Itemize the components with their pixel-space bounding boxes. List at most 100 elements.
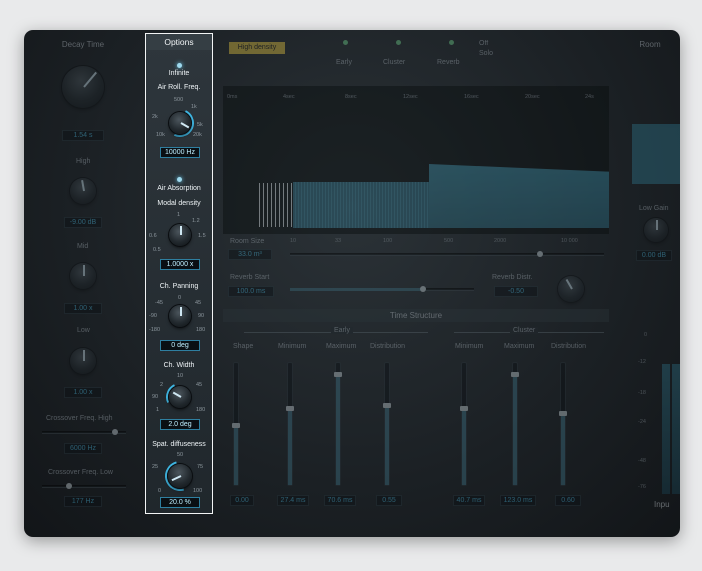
air-roll-value[interactable]: 10000 Hz (160, 147, 200, 158)
ch-panning-value[interactable]: 0 deg (160, 340, 200, 351)
ts-slider-fill (513, 375, 517, 485)
reverb-distr-knob[interactable] (558, 276, 584, 302)
reverb-label[interactable]: Reverb (437, 59, 460, 66)
ts-slider-track[interactable] (511, 362, 519, 486)
infinite-label[interactable]: Infinite (146, 70, 212, 77)
ts-slider-thumb[interactable] (559, 411, 567, 416)
ts-slider-track[interactable] (460, 362, 468, 486)
time-tick: 4sec (283, 94, 295, 100)
meter-tick: -76 (638, 484, 646, 490)
room-title: Room (639, 40, 661, 49)
ch-panning-label: Ch. Panning (159, 283, 199, 290)
modal-density-knob[interactable] (169, 224, 191, 246)
air-absorption-label[interactable]: Air Absorption (146, 185, 212, 192)
ts-value[interactable]: 123.0 ms (500, 495, 536, 506)
ts-slider-fill (336, 375, 340, 485)
ts-slider-thumb[interactable] (383, 403, 391, 408)
ts-slider-fill (462, 409, 466, 485)
mid-value[interactable]: 1.00 x (64, 303, 102, 314)
ts-value[interactable]: 0.00 (230, 495, 254, 506)
room-tick: 10 (290, 238, 297, 244)
early-group-title: Early (331, 327, 353, 334)
meter-tick: -12 (638, 359, 646, 365)
spat-tick: 100 (193, 488, 203, 494)
crossover-low-value[interactable]: 177 Hz (64, 496, 102, 507)
modal-tick: 0.6 (149, 233, 157, 239)
low-gain-value[interactable]: 0.00 dB (636, 250, 672, 261)
meter-tick: 0 (644, 332, 648, 338)
spat-diffuseness-value[interactable]: 20.0 % (160, 497, 200, 508)
air-absorption-led[interactable] (177, 177, 182, 182)
modal-tick: 0.5 (153, 247, 161, 253)
pan-tick: 90 (198, 313, 205, 319)
high-knob[interactable] (70, 178, 96, 204)
cluster-group-title: Cluster (510, 327, 539, 334)
cluster-led[interactable] (396, 40, 401, 45)
column-header: Distribution (370, 343, 406, 350)
crossover-high-value[interactable]: 6000 Hz (64, 443, 102, 454)
ts-value[interactable]: 0.60 (555, 495, 581, 506)
air-roll-tick: 1k (191, 104, 197, 110)
ts-value[interactable]: 70.6 ms (324, 495, 356, 506)
ts-slider-track[interactable] (383, 362, 391, 486)
column-header: Minimum (278, 343, 307, 350)
mid-knob[interactable] (70, 263, 96, 289)
ts-slider-track[interactable] (559, 362, 567, 486)
ts-slider-thumb[interactable] (334, 372, 342, 377)
modal-density-value[interactable]: 1.0000 x (160, 259, 200, 270)
reverb-start-fill (290, 288, 422, 291)
reverb-start-thumb[interactable] (420, 286, 426, 292)
reverb-start-value[interactable]: 100.0 ms (228, 286, 274, 297)
ts-slider-thumb[interactable] (460, 406, 468, 411)
high-value[interactable]: -9.00 dB (64, 217, 102, 228)
ch-width-knob[interactable] (169, 386, 191, 408)
crossover-low-slider[interactable] (42, 485, 126, 488)
time-tick: 8sec (345, 94, 357, 100)
decay-time-knob[interactable] (62, 66, 104, 108)
decay-time-value[interactable]: 1.54 s (62, 130, 104, 141)
air-roll-tick: 20k (193, 132, 202, 138)
early-led[interactable] (343, 40, 348, 45)
ts-value[interactable]: 0.55 (376, 495, 402, 506)
high-density-badge[interactable]: High density (229, 42, 285, 54)
ts-slider-fill (234, 426, 238, 485)
room-size-thumb[interactable] (537, 251, 543, 257)
ts-slider-thumb[interactable] (232, 423, 240, 428)
spat-tick: 75 (197, 464, 204, 470)
reverb-distr-value[interactable]: -0.50 (494, 286, 538, 297)
low-knob[interactable] (70, 348, 96, 374)
ts-slider-track[interactable] (232, 362, 240, 486)
room-size-value[interactable]: 33.0 m³ (228, 249, 272, 260)
cluster-label[interactable]: Cluster (383, 59, 405, 66)
ch-width-value[interactable]: 2.0 deg (160, 419, 200, 430)
ch-panning-knob[interactable] (169, 305, 191, 327)
reverb-led[interactable] (449, 40, 454, 45)
ts-slider-thumb[interactable] (511, 372, 519, 377)
ts-slider-track[interactable] (334, 362, 342, 486)
low-gain-label: Low Gain (639, 205, 669, 212)
spat-diffuseness-knob[interactable] (168, 464, 192, 488)
solo-label[interactable]: Solo (479, 50, 493, 57)
crossover-low-thumb[interactable] (66, 483, 72, 489)
air-roll-tick: 10k (156, 132, 165, 138)
width-tick: 180 (196, 407, 206, 413)
pan-tick: 45 (195, 300, 202, 306)
decay-time-title: Decay Time (61, 40, 105, 49)
input-meter-right (672, 364, 680, 494)
ts-slider-thumb[interactable] (286, 406, 294, 411)
ts-slider-track[interactable] (286, 362, 294, 486)
infinite-led[interactable] (177, 63, 182, 68)
room-size-slider[interactable] (290, 253, 604, 256)
ts-value[interactable]: 27.4 ms (277, 495, 309, 506)
width-tick: 45 (196, 382, 203, 388)
off-label[interactable]: Off (479, 40, 488, 47)
column-header: Maximum (326, 343, 357, 350)
air-roll-knob[interactable] (169, 112, 191, 134)
low-gain-knob[interactable] (644, 218, 668, 242)
crossover-high-thumb[interactable] (112, 429, 118, 435)
ts-value[interactable]: 40.7 ms (453, 495, 485, 506)
early-label[interactable]: Early (336, 59, 352, 66)
room-size-label: Room Size (230, 238, 265, 245)
low-value[interactable]: 1.00 x (64, 387, 102, 398)
spat-diffuseness-label: Spat. diffuseness (152, 441, 206, 448)
